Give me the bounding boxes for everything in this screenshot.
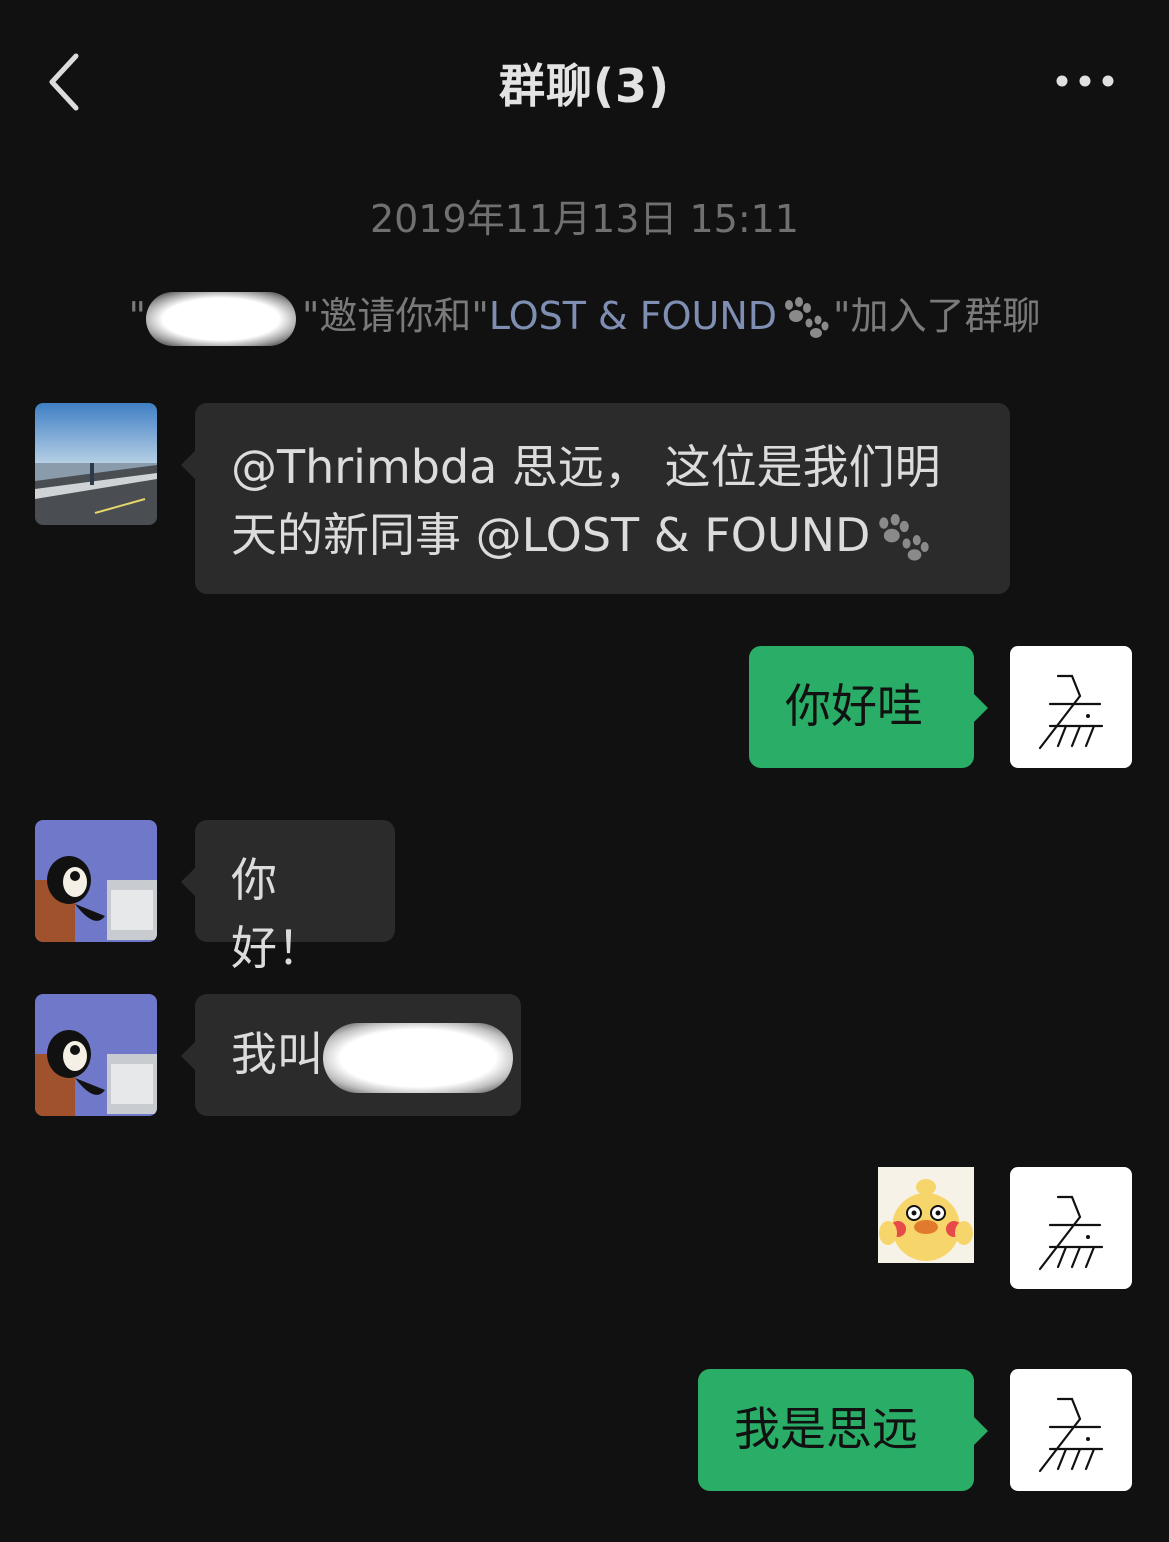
invitee-link[interactable]: LOST & FOUND [489,294,777,338]
chat-title: 群聊(3) [498,59,671,113]
system-message-prefix: " [128,294,146,338]
system-message-suffix: "加入了群聊 [833,294,1041,338]
more-dots-icon [1056,75,1114,87]
message-bubble-4[interactable]: 我叫 [181,994,521,1116]
chat-header: 群聊(3) [0,0,1169,165]
avatar-self[interactable] [1010,646,1132,768]
more-options-button[interactable] [1050,66,1120,96]
cat-cartoon-avatar-image [35,994,157,1116]
system-message: " "邀请你和"LOST & FOUND "加入了群聊 [100,285,1069,346]
paw-icon [785,296,829,338]
redacted-name [323,1022,513,1093]
system-message-middle: "邀请你和" [301,294,489,338]
message-bubble-1[interactable]: @Thrimbda 思远， 这位是我们明天的新同事 @LOST & FOUND [181,403,1010,594]
message-text: 我是思远 [734,1402,918,1456]
logo-avatar-image [1038,1195,1104,1271]
avatar-self[interactable] [1010,1369,1132,1491]
duck-sticker-image [878,1167,974,1263]
message-text: @Thrimbda 思远， 这位是我们明天的新同事 @LOST & FOUND [231,440,941,562]
avatar-felix[interactable] [35,994,157,1116]
message-bubble-3[interactable]: 你好！ [181,820,395,975]
avatar-self[interactable] [1010,1167,1132,1289]
cat-cartoon-avatar-image [35,820,157,942]
logo-avatar-image [1038,674,1104,750]
avatar-felix[interactable] [35,820,157,942]
message-timestamp: 2019年11月13日 15:11 [369,197,799,241]
message-bubble-6[interactable]: 我是思远 [698,1369,988,1491]
message-text: 你好！ [231,853,323,975]
sticker-message[interactable] [878,1167,974,1263]
paw-icon [879,513,930,561]
message-text: 我叫 [231,1027,323,1081]
landscape-avatar-image [35,403,157,525]
message-text: 你好哇 [785,679,923,733]
logo-avatar-image [1038,1397,1104,1473]
message-bubble-2[interactable]: 你好哇 [749,646,988,768]
avatar-colleague[interactable] [35,403,157,525]
redacted-inviter [145,291,296,346]
